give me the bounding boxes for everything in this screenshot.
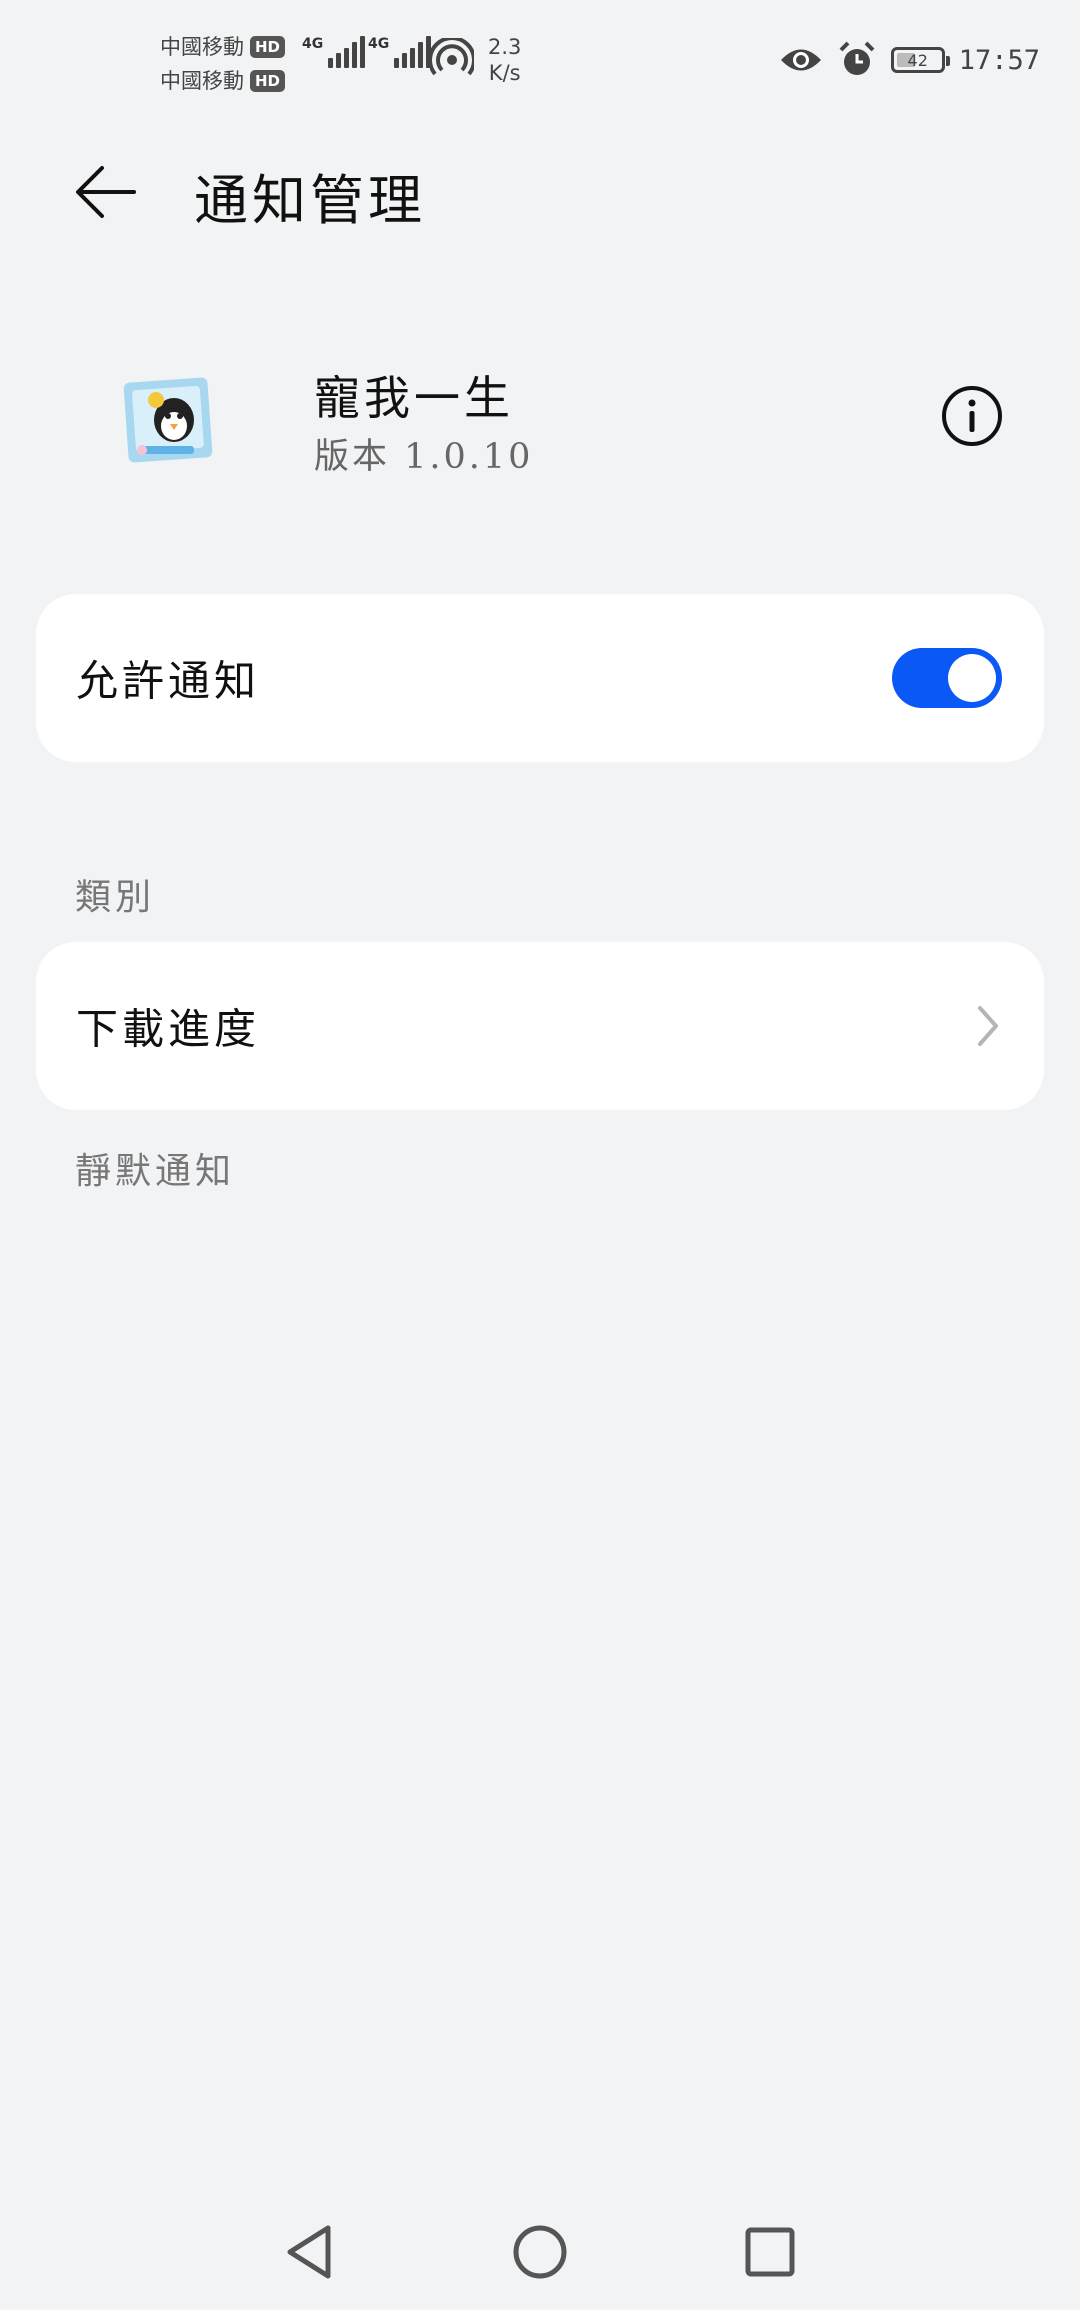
allow-notifications-label: 允許通知 <box>76 656 261 706</box>
app-version: 版本 1.0.10 <box>314 437 534 477</box>
allow-notifications-toggle[interactable] <box>892 648 1002 708</box>
category-item-download-progress[interactable]: 下載進度 <box>36 942 1044 1110</box>
hotspot-icon <box>430 38 474 76</box>
category-section-title: 類別 <box>75 877 156 918</box>
chevron-right-icon <box>978 1006 998 1046</box>
carrier-name-2: 中國移動 <box>160 69 244 93</box>
clock: 17:57 <box>958 44 1040 76</box>
app-icon <box>123 377 213 463</box>
toggle-knob <box>948 654 996 702</box>
nav-home-icon[interactable] <box>508 2220 572 2284</box>
status-bar: 中國移動 HD 中國移動 HD 4G 4G 2.3 K/s 42 17:57 <box>0 0 1080 120</box>
allow-notifications-row[interactable]: 允許通知 <box>36 594 1044 762</box>
back-button[interactable] <box>66 152 146 232</box>
arrow-left-icon <box>76 166 136 218</box>
category-item-label: 下載進度 <box>76 1004 261 1054</box>
navigation-bar <box>0 2200 1080 2310</box>
app-name: 寵我一生 <box>314 371 514 425</box>
nav-recents-icon[interactable] <box>738 2220 802 2284</box>
hd-badge-1: HD <box>250 36 286 58</box>
header: 通知管理 <box>0 140 1080 240</box>
carrier-info: 中國移動 HD 中國移動 HD <box>160 30 286 98</box>
app-info: 寵我一生 版本 1.0.10 <box>0 350 1080 510</box>
signal-icon-2: 4G <box>368 36 432 68</box>
nav-back-icon[interactable] <box>278 2220 342 2284</box>
silent-notifications-title[interactable]: 靜默通知 <box>75 1142 235 1194</box>
alarm-icon <box>839 41 875 75</box>
net-speed: 2.3 K/s <box>488 35 522 85</box>
battery-icon: 42 <box>890 47 950 73</box>
page-title: 通知管理 <box>194 169 426 232</box>
signal-icon-1: 4G <box>302 36 366 68</box>
carrier-name-1: 中國移動 <box>160 35 244 59</box>
eye-comfort-icon <box>780 49 821 71</box>
hd-badge-2: HD <box>250 70 286 92</box>
info-icon[interactable] <box>940 384 1004 448</box>
